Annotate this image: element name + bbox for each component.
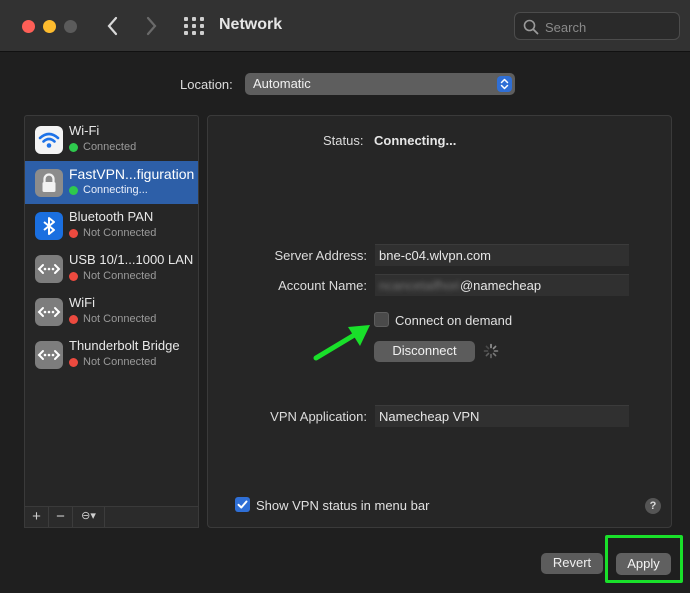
service-item-wifi[interactable]: Wi-Fi Connected: [25, 118, 198, 161]
forward-button[interactable]: [139, 13, 163, 39]
vpn-application-label: VPN Application:: [270, 409, 367, 424]
remove-service-button[interactable]: −: [49, 507, 73, 527]
service-item-usb-lan[interactable]: USB 10/1...1000 LAN Not Connected: [25, 247, 198, 290]
show-vpn-status-label: Show VPN status in menu bar: [256, 498, 430, 513]
disconnect-button[interactable]: Disconnect: [374, 341, 475, 362]
checkmark-icon: [237, 500, 248, 509]
connect-on-demand-label: Connect on demand: [395, 313, 513, 328]
minimize-window-button[interactable]: [43, 20, 56, 33]
search-box[interactable]: [514, 12, 680, 40]
help-button[interactable]: ?: [645, 498, 661, 514]
status-value: Connecting...: [374, 133, 457, 148]
location-value: Automatic: [253, 76, 311, 91]
server-address-label: Server Address:: [274, 248, 368, 263]
search-icon: [523, 19, 539, 35]
title-bar: Network: [0, 0, 690, 52]
service-status: Connecting...: [69, 184, 148, 196]
service-name: Bluetooth PAN: [69, 209, 154, 224]
status-dot-red: [69, 315, 78, 324]
zoom-window-button[interactable]: [64, 20, 77, 33]
status-dot-green: [69, 143, 78, 152]
lock-icon: [35, 169, 63, 197]
service-status: Not Connected: [69, 313, 156, 325]
service-item-fastvpn[interactable]: FastVPN...figuration Connecting...: [25, 161, 198, 204]
service-name: USB 10/1...1000 LAN: [69, 252, 194, 267]
service-list: Wi-Fi Connected FastVPN...figuration Con…: [24, 115, 199, 507]
service-status: Not Connected: [69, 227, 156, 239]
service-name: WiFi: [69, 295, 95, 310]
add-service-button[interactable]: +: [25, 507, 49, 527]
status-dot-green: [69, 186, 78, 195]
location-label: Location:: [180, 77, 233, 92]
status-label: Status:: [323, 133, 364, 148]
show-all-grid-icon[interactable]: [183, 16, 205, 36]
ethernet-icon: [35, 255, 63, 283]
service-name: Wi-Fi: [69, 123, 100, 138]
green-arrow-annotation: [313, 325, 370, 361]
service-name: FastVPN...figuration: [69, 166, 195, 182]
service-item-bluetooth-pan[interactable]: Bluetooth PAN Not Connected: [25, 204, 198, 247]
service-list-toolbar: + − ⊖▾: [24, 507, 199, 528]
account-name-field[interactable]: ncancetaifhori@namecheap: [375, 274, 629, 296]
chevron-right-icon: [146, 16, 157, 36]
back-button[interactable]: [101, 13, 125, 39]
loading-spinner-icon: [483, 343, 499, 359]
connect-on-demand-checkbox[interactable]: [374, 312, 389, 327]
status-dot-red: [69, 358, 78, 367]
close-window-button[interactable]: [22, 20, 35, 33]
network-preferences-window: Network Location: Automatic Wi-Fi Connec…: [0, 0, 690, 593]
revert-button[interactable]: Revert: [541, 553, 603, 574]
action-menu-button[interactable]: ⊖▾: [73, 507, 105, 527]
ethernet-icon: [35, 298, 63, 326]
service-status: Connected: [69, 141, 136, 153]
chevron-left-icon: [107, 16, 118, 36]
location-select[interactable]: Automatic: [245, 73, 515, 95]
vpn-application-field[interactable]: Namecheap VPN: [375, 405, 629, 427]
server-address-field[interactable]: bne-c04.wlvpn.com: [375, 244, 629, 266]
account-name-suffix: @namecheap: [459, 278, 542, 293]
service-name: Thunderbolt Bridge: [69, 338, 180, 353]
search-input[interactable]: [545, 17, 673, 37]
service-status: Not Connected: [69, 356, 156, 368]
window-title: Network: [219, 16, 283, 33]
show-vpn-status-checkbox[interactable]: [235, 497, 250, 512]
account-name-redacted: ncancetaifhori: [379, 278, 460, 293]
apply-button[interactable]: Apply: [616, 553, 671, 575]
service-item-wifi-2[interactable]: WiFi Not Connected: [25, 290, 198, 333]
service-status: Not Connected: [69, 270, 156, 282]
service-item-thunderbolt-bridge[interactable]: Thunderbolt Bridge Not Connected: [25, 333, 198, 376]
wifi-icon: [35, 126, 63, 154]
status-dot-red: [69, 229, 78, 238]
bluetooth-icon: [35, 212, 63, 240]
account-name-label: Account Name:: [278, 278, 367, 293]
status-dot-red: [69, 272, 78, 281]
chevron-updown-icon: [497, 76, 512, 92]
ethernet-icon: [35, 341, 63, 369]
